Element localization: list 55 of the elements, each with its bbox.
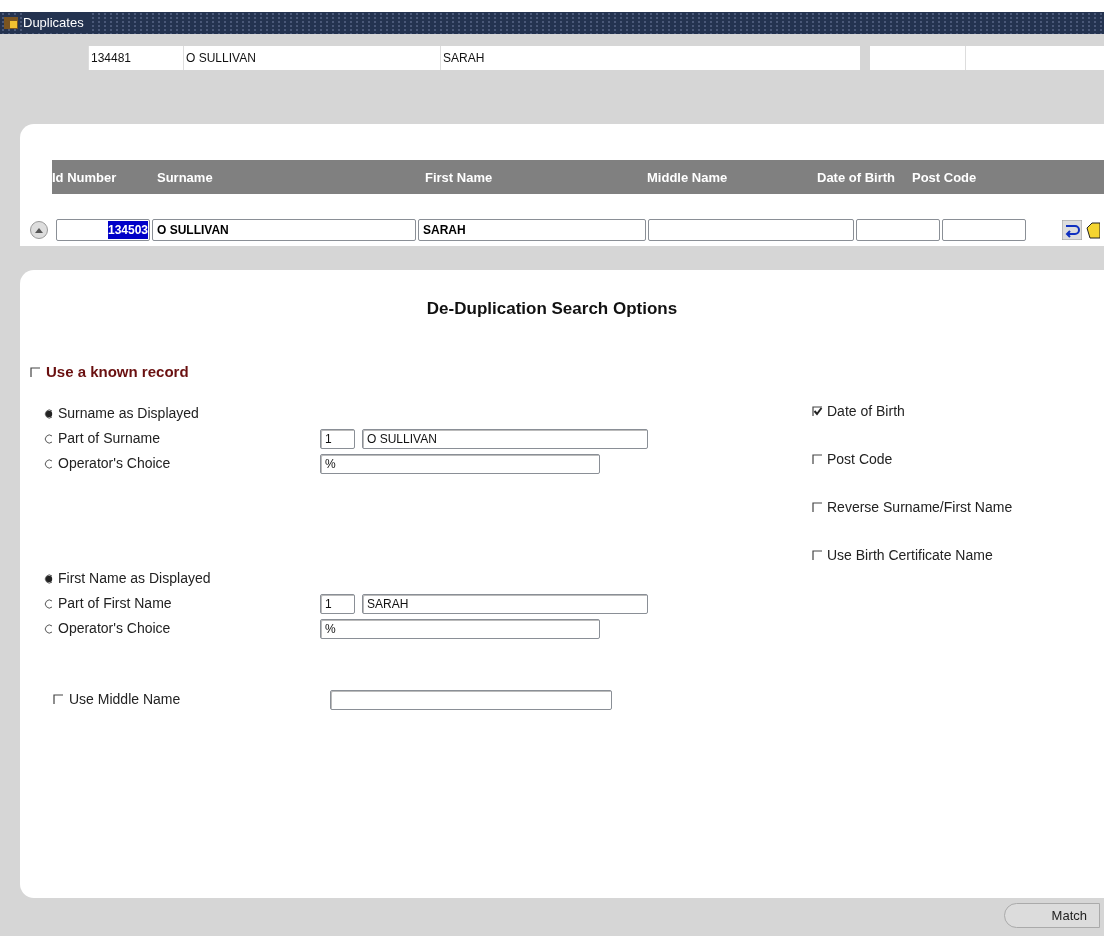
option-label: Part of Surname bbox=[58, 429, 160, 448]
checkbox[interactable] bbox=[812, 550, 823, 561]
column-header: Id Number bbox=[52, 170, 117, 185]
radio-button[interactable] bbox=[44, 433, 54, 444]
criteria-label: Post Code bbox=[827, 450, 893, 469]
match-button[interactable]: Match bbox=[1004, 903, 1100, 928]
middle-name-field[interactable] bbox=[648, 219, 854, 241]
criteria-label: Date of Birth bbox=[827, 402, 905, 421]
column-header: Date of Birth bbox=[817, 170, 895, 185]
option-label: Use Middle Name bbox=[69, 690, 181, 709]
checkbox[interactable] bbox=[812, 502, 823, 513]
text-field[interactable]: % bbox=[320, 618, 600, 639]
checked-checkbox[interactable] bbox=[812, 406, 823, 417]
text-field[interactable]: O SULLIVAN bbox=[362, 428, 648, 449]
count-field[interactable]: 1 bbox=[320, 428, 355, 449]
post-code-field[interactable] bbox=[942, 219, 1026, 241]
column-header: Post Code bbox=[912, 170, 977, 185]
column-header: First Name bbox=[425, 170, 493, 185]
cabinet-icon bbox=[3, 16, 19, 30]
known-record-label: Use a known record bbox=[46, 362, 189, 383]
text-field[interactable]: % bbox=[320, 453, 600, 474]
record-cell: O SULLIVAN bbox=[183, 46, 440, 70]
radio-button[interactable] bbox=[44, 408, 54, 419]
checkbox[interactable] bbox=[30, 367, 41, 378]
record-cell: SARAH bbox=[440, 46, 860, 70]
checkbox[interactable] bbox=[812, 454, 823, 465]
radio-button[interactable] bbox=[44, 598, 54, 609]
date-of-birth-field[interactable] bbox=[856, 219, 940, 241]
option-label: First Name as Displayed bbox=[58, 569, 211, 588]
radio-button[interactable] bbox=[44, 623, 54, 634]
window-title: Duplicates bbox=[23, 13, 88, 33]
option-label: Part of First Name bbox=[58, 594, 172, 613]
return-arrow-icon[interactable] bbox=[1062, 220, 1082, 240]
text-field[interactable]: SARAH bbox=[362, 593, 648, 614]
up-arrow-icon bbox=[35, 227, 43, 233]
scroll-up-button[interactable] bbox=[30, 221, 48, 239]
checkbox[interactable] bbox=[53, 694, 64, 705]
count-field[interactable]: 1 bbox=[320, 593, 355, 614]
first-name-field[interactable]: SARAH bbox=[418, 219, 646, 241]
radio-button[interactable] bbox=[44, 458, 54, 469]
criteria-label: Use Birth Certificate Name bbox=[827, 546, 993, 565]
id-value: 134503 bbox=[107, 221, 148, 239]
folder-icon[interactable] bbox=[1086, 220, 1100, 240]
option-label: Operator's Choice bbox=[58, 619, 171, 638]
record-cell: 134481 bbox=[88, 46, 183, 70]
criteria-label: Reverse Surname/First Name bbox=[827, 498, 1013, 517]
option-label: Operator's Choice bbox=[58, 454, 171, 473]
column-header: Surname bbox=[157, 170, 213, 185]
column-header: Middle Name bbox=[647, 170, 728, 185]
section-title: De-Duplication Search Options bbox=[426, 299, 678, 318]
option-label: Surname as Displayed bbox=[58, 404, 199, 423]
radio-button[interactable] bbox=[44, 573, 54, 584]
surname-field[interactable]: O SULLIVAN bbox=[152, 219, 416, 241]
middle-name-input[interactable] bbox=[330, 689, 612, 710]
id-field[interactable]: 134503 bbox=[56, 219, 150, 241]
